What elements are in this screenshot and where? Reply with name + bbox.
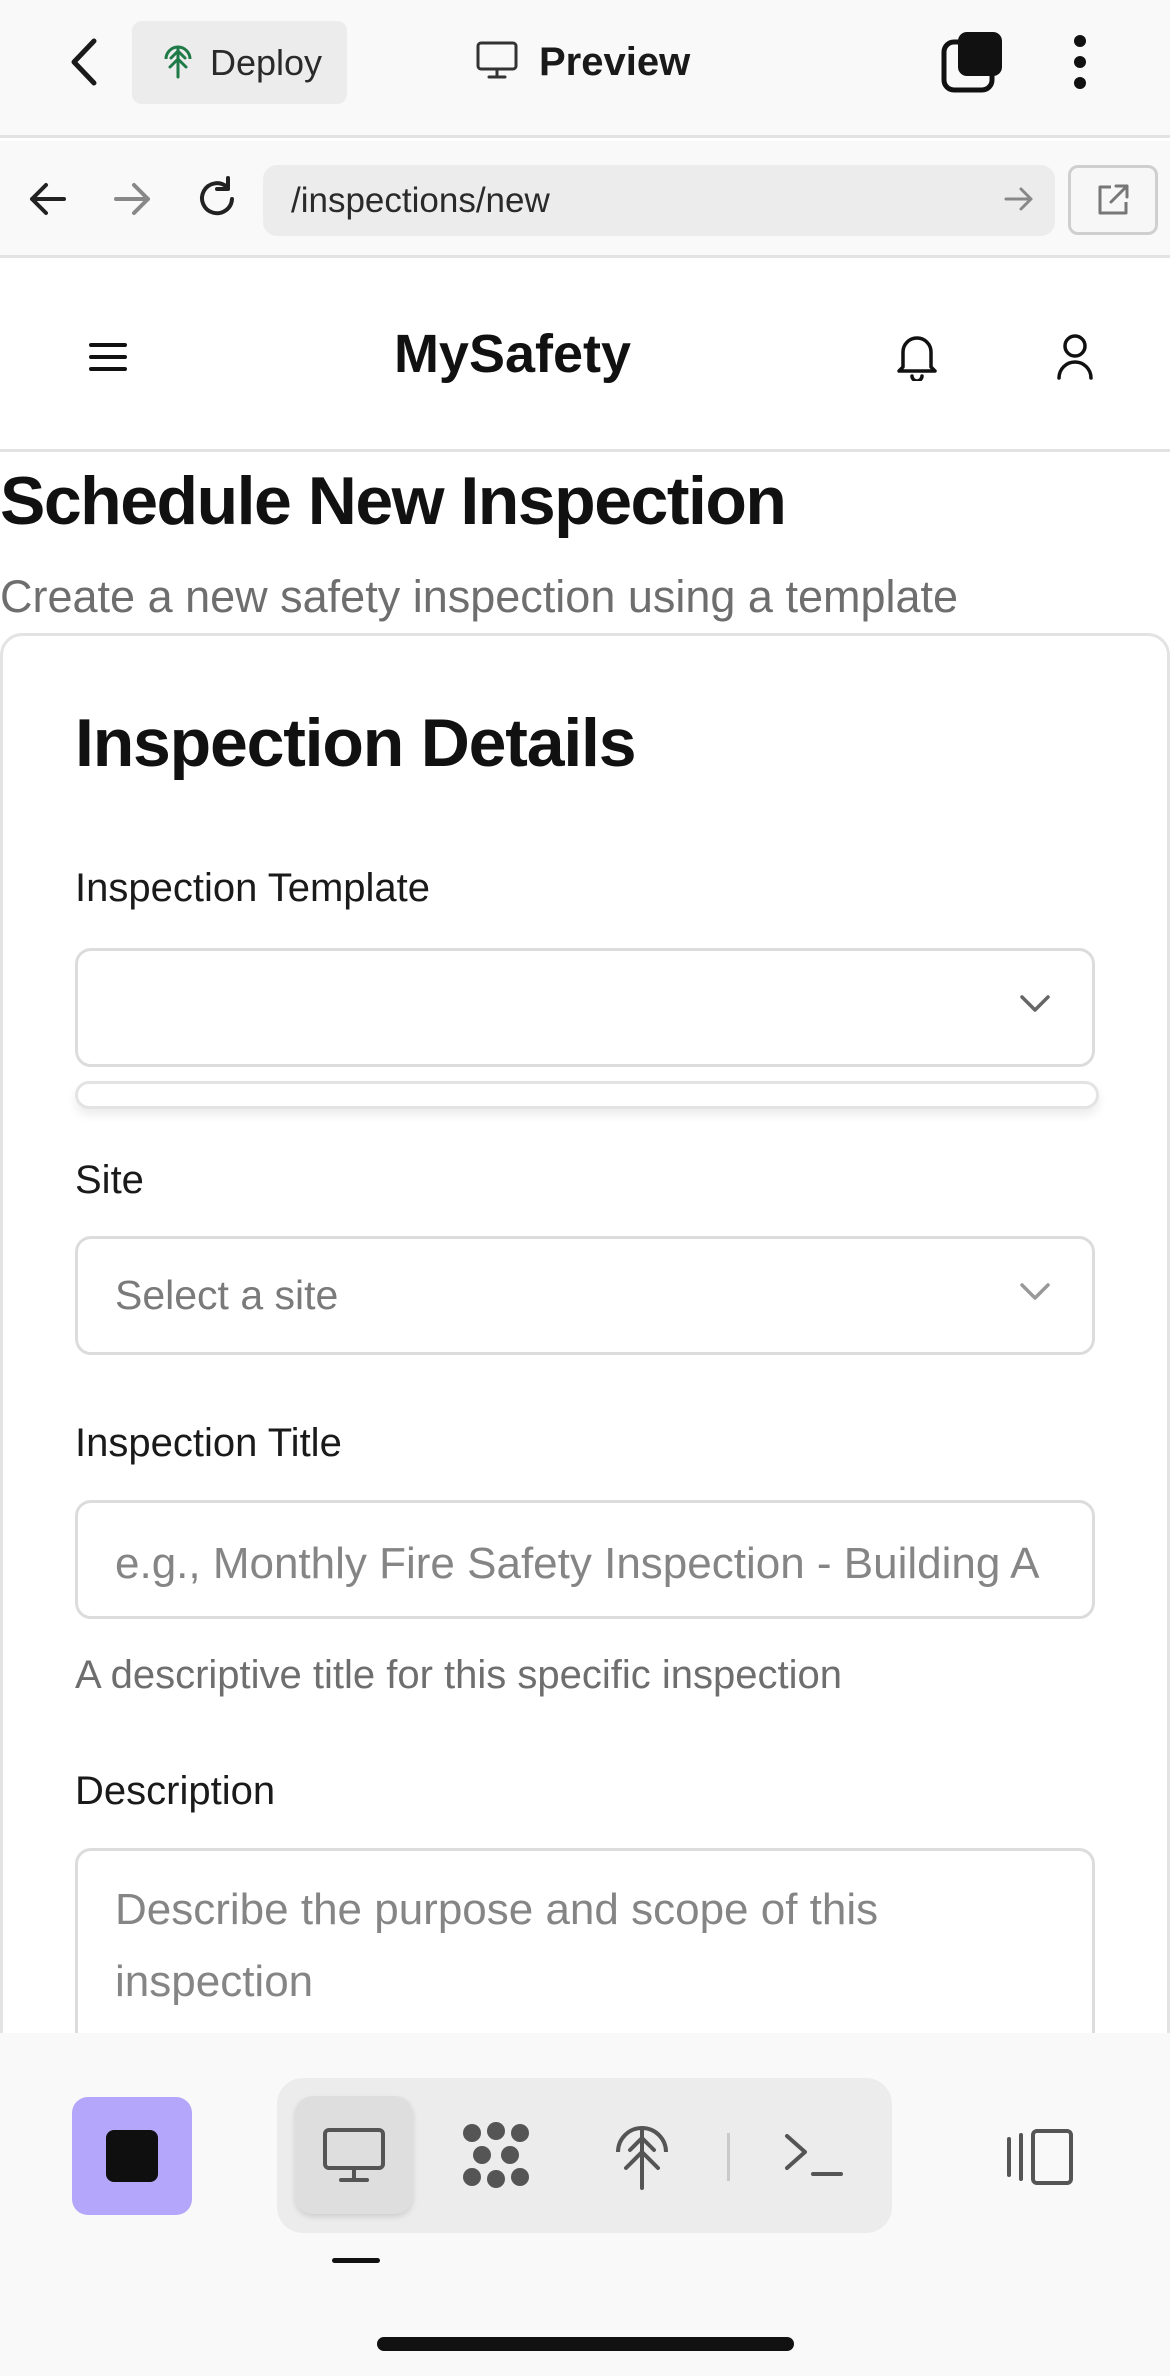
- url-text: /inspections/new: [291, 180, 550, 220]
- tabs-icon[interactable]: [940, 28, 1006, 94]
- card-title: Inspection Details: [75, 705, 637, 781]
- chevron-down-icon: [1018, 993, 1052, 1020]
- bell-icon[interactable]: [887, 326, 947, 386]
- split-view-icon[interactable]: [996, 2098, 1081, 2216]
- page-subtitle: Create a new safety inspection using a t…: [0, 571, 959, 622]
- arrow-left-icon[interactable]: [20, 171, 76, 227]
- external-link-icon[interactable]: [1068, 165, 1158, 235]
- app-title: MySafety: [393, 324, 632, 384]
- title-input[interactable]: e.g., Monthly Fire Safety Inspection - B…: [75, 1500, 1095, 1619]
- site-select[interactable]: Select a site: [75, 1236, 1095, 1355]
- reload-icon[interactable]: [189, 171, 245, 227]
- stop-icon: [106, 2130, 158, 2182]
- title-label: Inspection Title: [75, 1421, 342, 1465]
- arrow-right-icon[interactable]: [104, 171, 160, 227]
- terminal-icon[interactable]: [755, 2096, 873, 2214]
- deploy-label: Deploy: [210, 41, 323, 83]
- template-label: Inspection Template: [75, 866, 431, 910]
- chevron-left-icon[interactable]: [60, 35, 110, 89]
- top-app-bar: Deploy Preview: [0, 0, 1170, 138]
- browser-bar: /inspections/new: [0, 141, 1170, 258]
- user-icon[interactable]: [1045, 326, 1105, 386]
- preview-toggle[interactable]: Preview: [475, 30, 690, 94]
- description-placeholder-line1: Describe the purpose and scope of this: [115, 1885, 879, 1934]
- view-switcher: [277, 2078, 892, 2233]
- grid-icon[interactable]: [437, 2096, 555, 2214]
- page-title: Schedule New Inspection: [0, 463, 787, 539]
- url-input[interactable]: /inspections/new: [263, 165, 1055, 236]
- deploy-button[interactable]: Deploy: [132, 21, 347, 104]
- template-select[interactable]: [75, 948, 1095, 1067]
- template-dropdown-menu[interactable]: [75, 1081, 1099, 1109]
- title-help-text: A descriptive title for this specific in…: [75, 1653, 843, 1697]
- desktop-icon[interactable]: [295, 2096, 413, 2214]
- app-header: MySafety: [0, 261, 1170, 452]
- more-vertical-icon[interactable]: [1060, 30, 1100, 94]
- site-placeholder: Select a site: [115, 1272, 339, 1318]
- description-placeholder-line2: inspection: [115, 1957, 314, 2006]
- monitor-icon: [475, 40, 519, 85]
- preview-label: Preview: [539, 39, 691, 84]
- home-indicator: [377, 2337, 794, 2351]
- stop-button[interactable]: [72, 2097, 192, 2215]
- chevron-down-icon: [1018, 1281, 1052, 1308]
- deploy-icon: [162, 41, 194, 84]
- description-label: Description: [75, 1769, 276, 1813]
- site-label: Site: [75, 1158, 144, 1202]
- go-arrow-icon[interactable]: [1003, 183, 1035, 223]
- bottom-toolbar: [0, 2033, 1170, 2376]
- toolbar-divider: [727, 2133, 730, 2181]
- active-tab-indicator: [332, 2258, 380, 2263]
- deploy-icon[interactable]: [583, 2096, 701, 2214]
- title-placeholder: e.g., Monthly Fire Safety Inspection - B…: [115, 1539, 1040, 1588]
